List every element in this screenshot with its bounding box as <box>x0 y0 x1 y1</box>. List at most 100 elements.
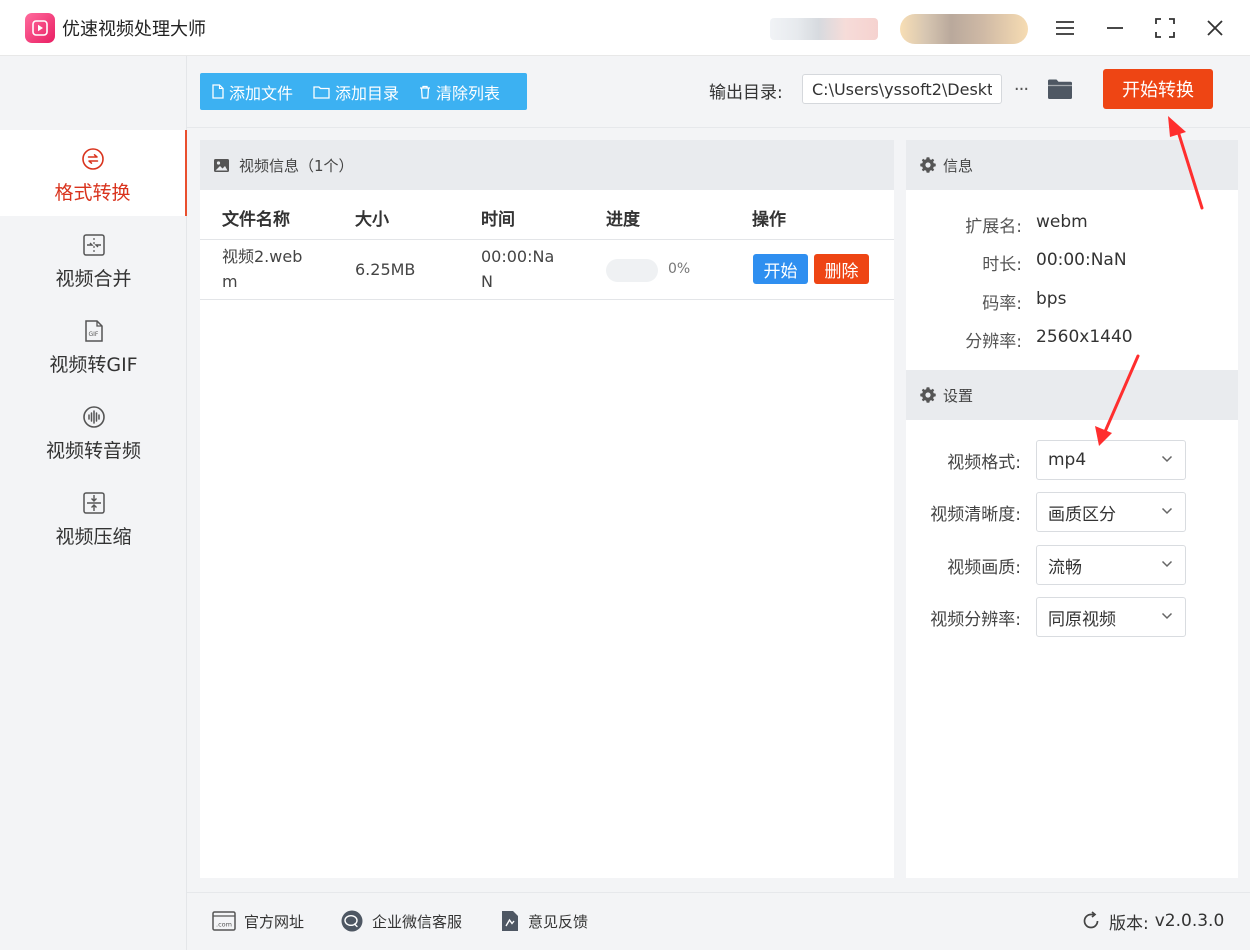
version-label: 版本: <box>1109 913 1149 934</box>
sidebar-item-video-to-audio[interactable]: 视频转音频 <box>0 388 187 474</box>
maximize-icon[interactable] <box>1150 13 1180 43</box>
sidebar-item-label: 视频转音频 <box>45 440 141 462</box>
video-list-panel: 视频信息（1个） 文件名称 大小 时间 进度 操作 视频2.web m 6.25… <box>200 140 894 878</box>
column-header-progress: 进度 <box>606 210 640 230</box>
feedback-label: 意见反馈 <box>528 912 589 931</box>
convert-icon <box>80 146 106 172</box>
video-panel-header: 视频信息（1个） <box>200 140 894 190</box>
version-info: 版本: v2.0.3.0 <box>1081 906 1224 936</box>
blurred-account-badge[interactable] <box>900 14 1028 44</box>
clear-list-button[interactable]: 清除列表 <box>407 73 508 110</box>
add-directory-label: 添加目录 <box>335 83 400 103</box>
svg-text:.com: .com <box>216 921 232 929</box>
settings-panel-title: 设置 <box>943 386 974 405</box>
setting-label-clarity: 视频清晰度: <box>930 505 1021 525</box>
info-panel-title: 信息 <box>943 156 974 175</box>
chat-icon <box>341 910 363 932</box>
progress-text: 0% <box>668 261 691 277</box>
title-bar: 优速视频处理大师 <box>0 0 1250 56</box>
sidebar-item-label: 视频合并 <box>55 268 132 290</box>
info-key-resolution: 分辨率: <box>965 332 1022 352</box>
file-time-line: N <box>481 272 493 291</box>
folder-icon <box>313 85 330 99</box>
blurred-user-info <box>770 18 878 40</box>
sidebar-item-format-convert[interactable]: 格式转换 <box>0 130 187 216</box>
file-icon <box>212 84 224 99</box>
app-logo-icon <box>25 13 55 43</box>
format-select[interactable]: mp4 <box>1036 440 1186 480</box>
clear-list-label: 清除列表 <box>436 83 501 103</box>
chevron-down-icon <box>1161 612 1173 620</box>
info-value-extension: webm <box>1036 212 1088 232</box>
output-dir-label: 输出目录: <box>709 83 783 103</box>
start-convert-button[interactable]: 开始转换 <box>1103 69 1213 109</box>
sidebar-item-video-compress[interactable]: 视频压缩 <box>0 474 187 560</box>
version-value: v2.0.3.0 <box>1154 911 1225 931</box>
chevron-down-icon <box>1161 560 1173 568</box>
resolution-select-value: 同原视频 <box>1048 609 1116 630</box>
trash-icon <box>420 85 431 99</box>
resolution-select[interactable]: 同原视频 <box>1036 597 1186 637</box>
progress-bar <box>606 259 658 282</box>
sidebar-item-label: 视频转GIF <box>49 354 138 376</box>
chevron-down-icon <box>1161 507 1173 515</box>
info-panel-header: 信息 <box>906 140 1238 190</box>
feedback-link[interactable]: 意见反馈 <box>500 906 588 936</box>
clarity-select[interactable]: 画质区分 <box>1036 492 1186 532</box>
add-file-button[interactable]: 添加文件 <box>200 73 301 110</box>
format-select-value: mp4 <box>1048 450 1087 470</box>
sidebar: 格式转换 视频合并 GIF 视频转GIF 视频转音频 视频压缩 <box>0 56 187 950</box>
setting-label-quality: 视频画质: <box>947 558 1021 578</box>
image-icon <box>214 158 229 172</box>
quality-select[interactable]: 流畅 <box>1036 545 1186 585</box>
clarity-select-value: 画质区分 <box>1048 504 1116 525</box>
info-key-bitrate: 码率: <box>982 294 1022 314</box>
gear-icon <box>920 387 936 403</box>
sidebar-item-label: 格式转换 <box>54 182 131 204</box>
divider <box>187 892 1250 893</box>
gear-icon <box>920 157 936 173</box>
close-icon[interactable] <box>1200 13 1230 43</box>
official-website-link[interactable]: .com 官方网址 <box>212 906 304 936</box>
info-value-resolution: 2560x1440 <box>1036 327 1133 347</box>
column-header-name: 文件名称 <box>222 210 290 230</box>
output-dir-input[interactable] <box>802 74 1002 104</box>
refresh-icon[interactable] <box>1081 911 1101 931</box>
file-name-cell: 视频2.web m <box>222 244 302 294</box>
file-time-line: 00:00:Na <box>481 247 555 266</box>
info-value-bitrate: bps <box>1036 289 1067 309</box>
feedback-icon <box>502 911 518 931</box>
file-time-cell: 00:00:Na N <box>481 244 554 294</box>
column-header-time: 时间 <box>481 210 515 230</box>
info-value-duration: 00:00:NaN <box>1036 250 1127 270</box>
wechat-support-label: 企业微信客服 <box>372 912 463 931</box>
divider <box>187 127 1250 128</box>
wechat-support-link[interactable]: 企业微信客服 <box>340 906 462 936</box>
open-folder-icon[interactable] <box>1045 74 1075 104</box>
official-website-label: 官方网址 <box>244 912 305 931</box>
add-directory-button[interactable]: 添加目录 <box>301 73 407 110</box>
row-delete-button[interactable]: 删除 <box>814 254 869 284</box>
minimize-icon[interactable] <box>1100 13 1130 43</box>
details-panel: 信息 扩展名: webm 时长: 00:00:NaN 码率: bps 分辨率: … <box>906 140 1238 878</box>
gif-icon: GIF <box>81 318 107 344</box>
app-title: 优速视频处理大师 <box>62 19 206 40</box>
svg-text:GIF: GIF <box>88 331 98 338</box>
file-button-group: 添加文件 添加目录 清除列表 <box>200 73 527 110</box>
quality-select-value: 流畅 <box>1048 557 1082 578</box>
row-start-button[interactable]: 开始 <box>753 254 808 284</box>
settings-panel-header: 设置 <box>906 370 1238 420</box>
column-header-actions: 操作 <box>752 210 786 230</box>
video-panel-title: 视频信息（1个） <box>239 156 354 175</box>
sidebar-item-label: 视频压缩 <box>55 526 132 548</box>
menu-icon[interactable] <box>1050 13 1080 43</box>
sidebar-item-video-to-gif[interactable]: GIF 视频转GIF <box>0 302 187 388</box>
chevron-down-icon <box>1161 455 1173 463</box>
info-key-duration: 时长: <box>982 255 1022 275</box>
audio-icon <box>81 404 107 430</box>
more-options-button[interactable]: ··· <box>1008 74 1034 104</box>
file-name-line: 视频2.web <box>222 247 303 266</box>
compress-icon <box>81 490 107 516</box>
sidebar-item-video-merge[interactable]: 视频合并 <box>0 216 187 302</box>
setting-label-format: 视频格式: <box>947 453 1021 473</box>
